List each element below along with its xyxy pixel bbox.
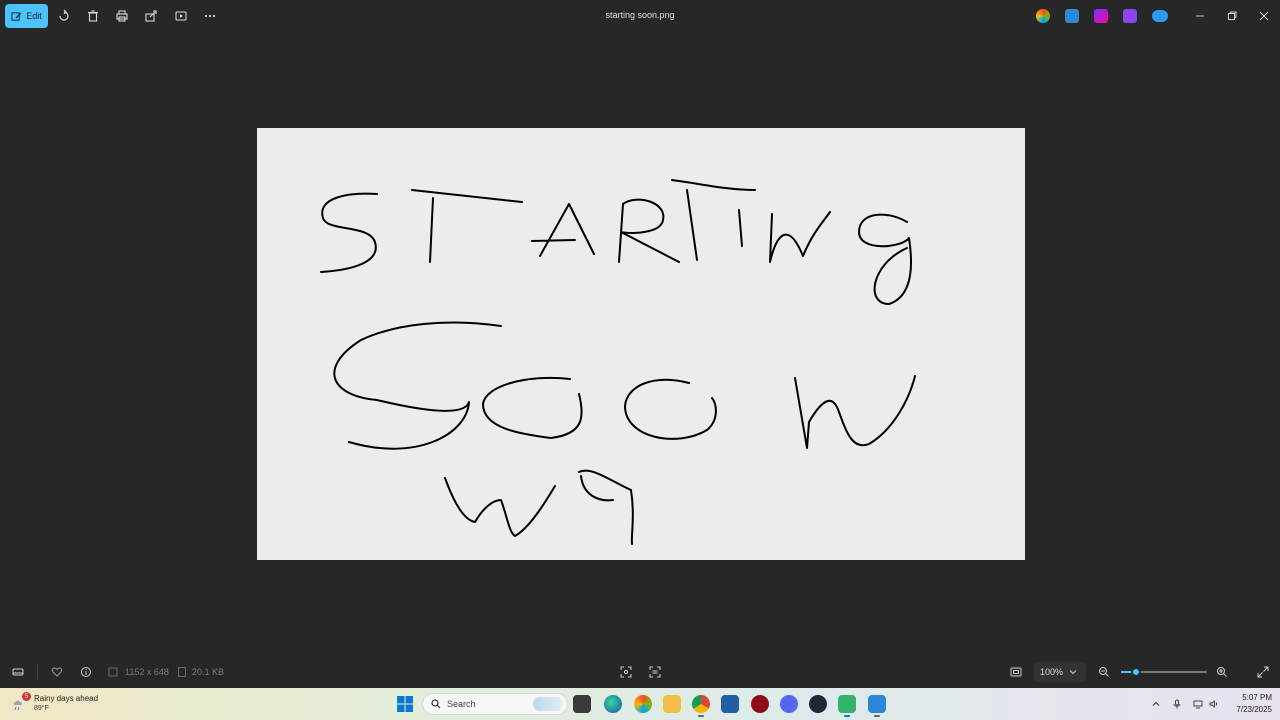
zoom-in-icon[interactable]	[1214, 664, 1230, 680]
app-red-icon[interactable]	[751, 695, 769, 713]
filmstrip-icon[interactable]	[10, 664, 26, 680]
discord-icon[interactable]	[780, 695, 798, 713]
photos-active-indicator	[874, 715, 880, 717]
store-icon[interactable]	[721, 695, 739, 713]
delete-icon[interactable]	[84, 7, 102, 25]
title-bar: Edit starting soon.png	[0, 0, 1280, 32]
close-icon	[1259, 11, 1269, 21]
chevron-down-icon	[1069, 670, 1077, 675]
chrome-active-indicator	[698, 715, 704, 717]
file-explorer-icon[interactable]	[663, 695, 681, 713]
zoom-level: 100%	[1040, 667, 1064, 677]
zoom-dropdown[interactable]: 100%	[1034, 662, 1086, 682]
photos-app-icon[interactable]	[868, 695, 886, 713]
image-canvas[interactable]	[257, 128, 1025, 560]
copilot-taskbar-icon[interactable]	[634, 695, 652, 713]
onedrive-icon[interactable]	[1152, 10, 1168, 22]
search-highlight-icon	[533, 697, 563, 711]
image-dimensions: 1152 x 648	[125, 667, 169, 677]
weather-title[interactable]: Rainy days ahead	[34, 694, 98, 703]
favorite-icon[interactable]	[49, 664, 65, 680]
task-view-icon[interactable]	[573, 695, 591, 713]
zoom-slider-thumb[interactable]	[1131, 667, 1141, 677]
network-icon[interactable]	[1192, 698, 1204, 710]
video-editor-icon[interactable]	[1123, 9, 1137, 23]
chrome-icon[interactable]	[692, 695, 710, 713]
status-bar: 1152 x 648 20.1 KB	[0, 656, 1280, 688]
rotate-icon[interactable]	[55, 7, 73, 25]
edit-label: Edit	[26, 11, 42, 21]
file-size-icon	[174, 664, 190, 680]
start-button[interactable]	[397, 696, 413, 712]
slideshow-icon[interactable]	[172, 7, 190, 25]
zoom-out-icon[interactable]	[1096, 664, 1112, 680]
clipchamp-icon[interactable]	[1094, 9, 1108, 23]
clock-time[interactable]: 5:07 PM	[1226, 693, 1272, 702]
minimize-icon	[1196, 15, 1204, 17]
edge-icon[interactable]	[604, 695, 622, 713]
app-green-icon[interactable]	[838, 695, 856, 713]
weather-badge: 5	[22, 692, 31, 701]
taskbar-search[interactable]: Search	[422, 693, 568, 715]
volume-icon[interactable]	[1208, 698, 1220, 710]
search-placeholder: Search	[447, 699, 476, 709]
fit-to-window-icon[interactable]	[1008, 664, 1024, 680]
weather-temp: 89°F	[34, 705, 49, 712]
text-scan-icon[interactable]	[647, 664, 663, 680]
designer-icon[interactable]	[1065, 9, 1079, 23]
close-button[interactable]	[1255, 7, 1273, 25]
file-size: 20.1 KB	[192, 667, 225, 677]
dimensions-icon	[105, 664, 121, 680]
minimize-button[interactable]	[1191, 7, 1209, 25]
window-title: starting soon.png	[605, 10, 675, 20]
restore-icon	[1228, 11, 1237, 20]
visual-search-icon[interactable]	[618, 664, 634, 680]
handwritten-drawing	[320, 179, 916, 545]
copilot-icon[interactable]	[1036, 9, 1050, 23]
divider	[37, 664, 38, 680]
microphone-icon[interactable]	[1171, 698, 1183, 710]
more-icon[interactable]	[201, 7, 219, 25]
edit-icon	[11, 11, 22, 21]
search-icon	[431, 699, 441, 709]
fullscreen-icon[interactable]	[1255, 664, 1271, 680]
windows-logo-icon	[397, 696, 413, 712]
green-app-active-indicator	[844, 715, 850, 717]
edit-button[interactable]: Edit	[5, 4, 48, 28]
clock-date[interactable]: 7/23/2025	[1226, 705, 1272, 714]
info-icon[interactable]	[78, 664, 94, 680]
print-icon[interactable]	[113, 7, 131, 25]
restore-button[interactable]	[1223, 7, 1241, 25]
chevron-up-icon[interactable]	[1150, 698, 1162, 710]
steam-icon[interactable]	[809, 695, 827, 713]
share-icon[interactable]	[142, 7, 160, 25]
